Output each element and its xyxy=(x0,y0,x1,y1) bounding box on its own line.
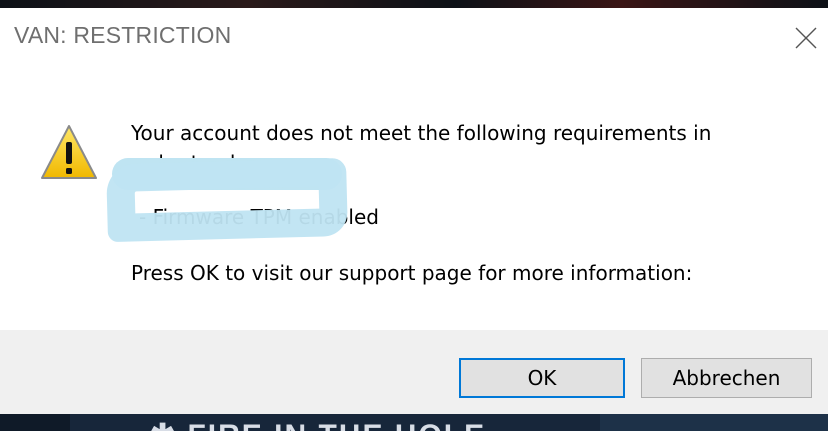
close-icon xyxy=(795,27,817,49)
message-line: Press OK to visit our support page for m… xyxy=(131,261,693,285)
background-game-text: ✱ FIRE IN THE HOLE xyxy=(150,414,486,431)
dialog-footer: OK Abbrechen xyxy=(0,330,828,414)
background-accent xyxy=(600,414,828,431)
dialog-title: VAN: RESTRICTION xyxy=(14,22,232,48)
warning-icon xyxy=(41,125,97,179)
cancel-button[interactable]: Abbrechen xyxy=(641,358,812,398)
background-game-top xyxy=(0,0,828,8)
ok-button[interactable]: OK xyxy=(459,358,625,398)
close-button[interactable] xyxy=(786,20,826,56)
dialog-content: Your account does not meet the following… xyxy=(0,66,828,330)
redaction-mark xyxy=(106,157,348,243)
message-line: Your account does not meet the following… xyxy=(131,121,712,145)
dialog-titlebar: VAN: RESTRICTION xyxy=(0,8,828,66)
message-dialog: VAN: RESTRICTION Your account does not m… xyxy=(0,8,828,414)
background-accent xyxy=(0,414,70,431)
